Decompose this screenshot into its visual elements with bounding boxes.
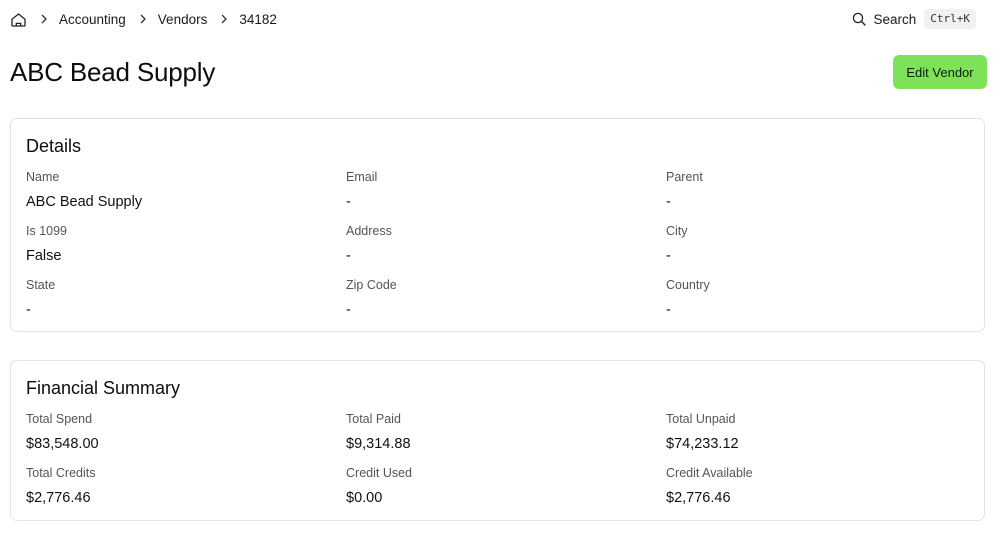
field-value: -: [666, 194, 671, 210]
field-label: Total Paid: [346, 412, 401, 426]
field-label: Parent: [666, 170, 703, 184]
breadcrumb-accounting[interactable]: Accounting: [59, 12, 126, 27]
field-city: City -: [666, 223, 966, 265]
field-address: Address -: [346, 223, 646, 265]
field-label: Total Credits: [26, 466, 96, 480]
field-value: $9,314.88: [346, 436, 411, 452]
field-value: $2,776.46: [666, 490, 731, 506]
page-title: ABC Bead Supply: [10, 57, 216, 87]
field-label: Country: [666, 278, 710, 292]
breadcrumb-current: 34182: [239, 11, 277, 27]
field-label: Total Spend: [26, 412, 93, 426]
field-value: -: [346, 248, 351, 264]
chevron-right-icon: [40, 14, 48, 24]
field-name: Name ABC Bead Supply: [26, 169, 326, 211]
breadcrumb-vendors[interactable]: Vendors: [158, 12, 208, 27]
field-label: Is 1099: [26, 224, 68, 238]
field-label: Total Unpaid: [666, 412, 736, 426]
chevron-right-icon: [220, 14, 228, 24]
chevron-right-icon: [139, 14, 147, 24]
home-icon[interactable]: [10, 11, 27, 28]
field-value: -: [346, 194, 351, 210]
field-value: -: [666, 302, 671, 318]
field-label: Credit Used: [346, 466, 412, 480]
field-credit-used: Credit Used $0.00: [346, 465, 646, 507]
search-label: Search: [873, 11, 917, 27]
field-email: Email -: [346, 169, 646, 211]
field-label: Zip Code: [346, 278, 397, 292]
field-total-spend: Total Spend $83,548.00: [26, 411, 326, 453]
field-label: Credit Available: [666, 466, 753, 480]
details-card: Details Name ABC Bead Supply Email - Par…: [10, 118, 985, 332]
field-label: City: [666, 224, 688, 238]
field-value: $2,776.46: [26, 490, 91, 506]
top-bar: Accounting Vendors 34182 Search Ctrl+K: [0, 0, 1000, 38]
financial-summary-title: Financial Summary: [26, 378, 181, 398]
field-state: State -: [26, 277, 326, 319]
field-value: $0.00: [346, 490, 383, 506]
field-credit-available: Credit Available $2,776.46: [666, 465, 966, 507]
field-label: Address: [346, 224, 392, 238]
field-label: Name: [26, 170, 60, 184]
breadcrumb: Accounting Vendors 34182: [10, 9, 277, 29]
search-icon: [852, 12, 867, 26]
field-zip-code: Zip Code -: [346, 277, 646, 319]
field-total-unpaid: Total Unpaid $74,233.12: [666, 411, 966, 453]
field-value: $74,233.12: [666, 436, 739, 452]
field-country: Country -: [666, 277, 966, 319]
field-value: $83,548.00: [26, 436, 99, 452]
search-shortcut: Ctrl+K: [924, 9, 976, 29]
edit-vendor-button[interactable]: Edit Vendor: [893, 55, 987, 89]
field-label: Email: [346, 170, 378, 184]
field-value: -: [346, 302, 351, 318]
field-value: -: [26, 302, 31, 318]
field-value: ABC Bead Supply: [26, 194, 143, 210]
field-parent: Parent -: [666, 169, 966, 211]
search-button[interactable]: Search Ctrl+K: [852, 8, 976, 30]
field-is-1099: Is 1099 False: [26, 223, 326, 265]
financial-summary-card: Financial Summary Total Spend $83,548.00…: [10, 360, 985, 521]
details-title: Details: [26, 136, 82, 156]
field-label: State: [26, 278, 56, 292]
field-total-credits: Total Credits $2,776.46: [26, 465, 326, 507]
field-value: -: [666, 248, 671, 264]
field-value: False: [26, 248, 62, 264]
field-total-paid: Total Paid $9,314.88: [346, 411, 646, 453]
vendor-page: Accounting Vendors 34182 Search Ctrl+K A…: [0, 0, 1000, 540]
